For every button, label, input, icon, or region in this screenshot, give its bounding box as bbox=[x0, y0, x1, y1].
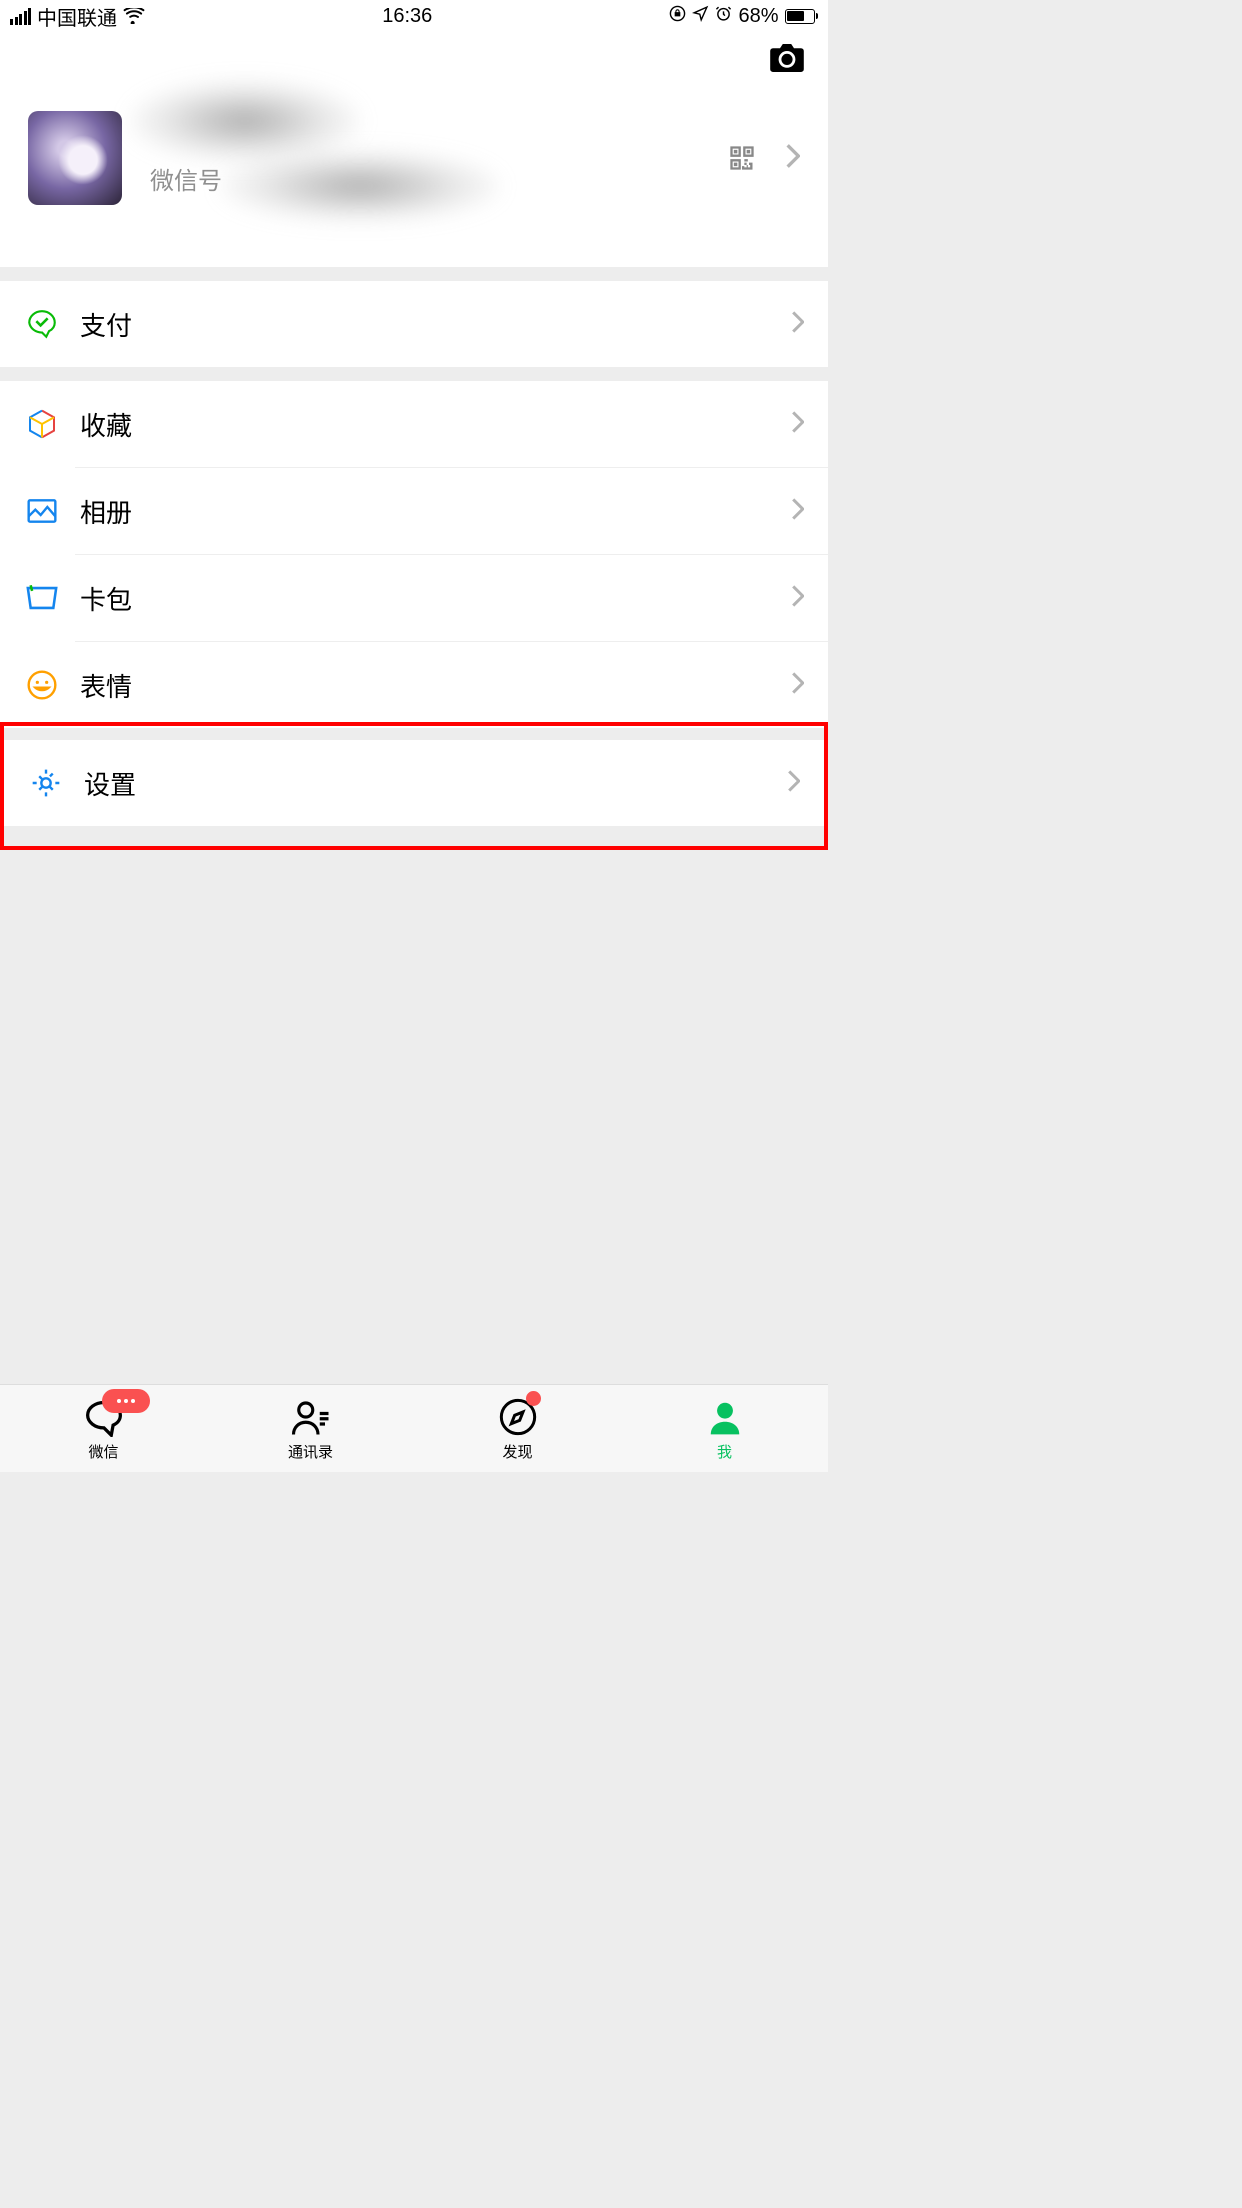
menu-label: 设置 bbox=[84, 765, 788, 802]
redacted-name bbox=[130, 81, 360, 161]
menu-label: 卡包 bbox=[80, 580, 792, 617]
carrier-name: 中国联通 bbox=[37, 2, 117, 31]
menu-item-album[interactable]: 相册 bbox=[0, 468, 828, 554]
tab-label: 通讯录 bbox=[288, 1441, 333, 1462]
cards-icon bbox=[24, 580, 60, 616]
camera-icon[interactable] bbox=[770, 44, 804, 77]
notification-dot bbox=[526, 1391, 541, 1406]
unread-badge bbox=[102, 1389, 150, 1413]
wifi-icon bbox=[123, 8, 145, 24]
tab-label: 发现 bbox=[502, 1441, 532, 1462]
tab-me[interactable]: 我 bbox=[621, 1385, 828, 1472]
redacted-id bbox=[220, 151, 500, 221]
tab-bar: 微信 通讯录 发现 我 bbox=[0, 1384, 828, 1472]
chevron-right-icon bbox=[786, 144, 800, 173]
pay-icon bbox=[24, 306, 60, 342]
battery-icon bbox=[785, 9, 819, 24]
highlight-annotation: 设置 bbox=[0, 722, 828, 850]
menu-label: 相册 bbox=[80, 493, 792, 530]
alarm-icon bbox=[715, 5, 732, 28]
location-icon bbox=[692, 5, 709, 28]
profile-card[interactable]: 微信号 bbox=[0, 77, 828, 267]
menu-item-cards[interactable]: 卡包 bbox=[0, 555, 828, 641]
chevron-right-icon bbox=[792, 585, 804, 612]
contacts-icon bbox=[290, 1396, 332, 1438]
me-icon bbox=[706, 1396, 744, 1438]
tab-label: 我 bbox=[717, 1441, 732, 1462]
status-bar: 中国联通 16:36 68% bbox=[0, 0, 828, 32]
menu-item-pay[interactable]: 支付 bbox=[0, 281, 828, 367]
favorites-icon bbox=[24, 406, 60, 442]
header-bar bbox=[0, 32, 828, 77]
battery-percent: 68% bbox=[738, 5, 778, 28]
menu-item-stickers[interactable]: 表情 bbox=[0, 642, 828, 728]
signal-icon bbox=[10, 8, 31, 25]
stickers-icon bbox=[24, 667, 60, 703]
qr-code-icon[interactable] bbox=[728, 144, 756, 172]
menu-label: 收藏 bbox=[80, 406, 792, 443]
status-time: 16:36 bbox=[382, 5, 432, 28]
avatar bbox=[28, 111, 122, 205]
menu-item-favorites[interactable]: 收藏 bbox=[0, 381, 828, 467]
chevron-right-icon bbox=[792, 498, 804, 525]
menu-label: 表情 bbox=[80, 667, 792, 704]
tab-discover[interactable]: 发现 bbox=[414, 1385, 621, 1472]
album-icon bbox=[24, 493, 60, 529]
tab-label: 微信 bbox=[88, 1441, 118, 1462]
settings-icon bbox=[28, 765, 64, 801]
chevron-right-icon bbox=[788, 770, 800, 797]
menu-label: 支付 bbox=[80, 306, 792, 343]
chevron-right-icon bbox=[792, 672, 804, 699]
chevron-right-icon bbox=[792, 311, 804, 338]
chevron-right-icon bbox=[792, 411, 804, 438]
orientation-lock-icon bbox=[669, 5, 686, 28]
tab-contacts[interactable]: 通讯录 bbox=[207, 1385, 414, 1472]
menu-item-settings[interactable]: 设置 bbox=[4, 740, 824, 826]
tab-chat[interactable]: 微信 bbox=[0, 1385, 207, 1472]
